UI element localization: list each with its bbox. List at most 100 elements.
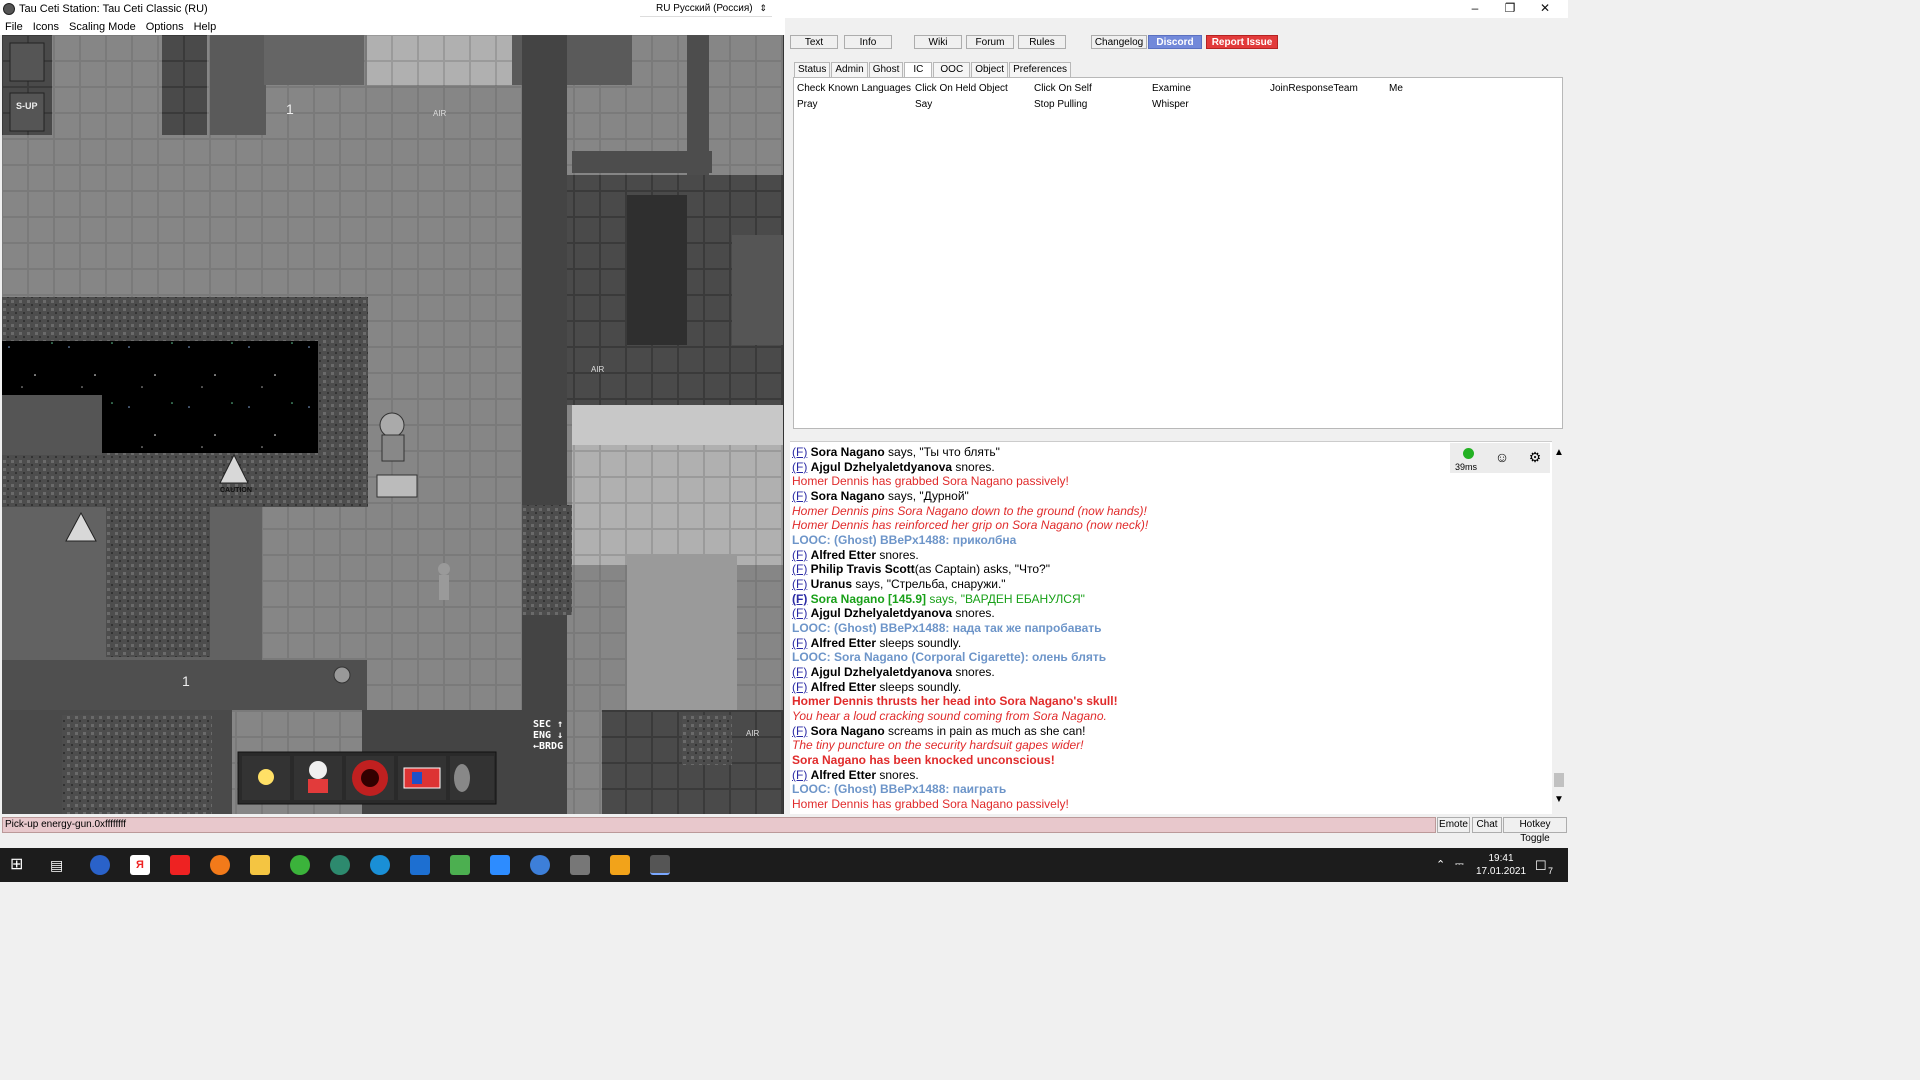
verb-me[interactable]: Me <box>1389 83 1403 94</box>
ping-value: 39ms <box>1455 462 1478 472</box>
chat-line: Homer Dennis pins Sora Nagano down to th… <box>792 504 1147 518</box>
chat-button[interactable]: Chat <box>1472 817 1502 833</box>
follow-link[interactable]: (F) <box>792 665 807 679</box>
menu-icons[interactable]: Icons <box>28 21 64 33</box>
verb-stop-pulling[interactable]: Stop Pulling <box>1034 99 1087 110</box>
hotkey-toggle-button[interactable]: Hotkey Toggle <box>1503 817 1567 844</box>
verb-whisper[interactable]: Whisper <box>1152 99 1189 110</box>
rules-button[interactable]: Rules <box>1018 35 1066 49</box>
command-input[interactable]: Pick-up energy-gun.0xffffffff <box>2 817 1436 833</box>
follow-link[interactable]: (F) <box>792 606 807 620</box>
follow-link[interactable]: (F) <box>792 636 807 650</box>
app-icon-blue[interactable] <box>530 855 550 875</box>
byond-icon[interactable] <box>650 855 670 875</box>
info-button[interactable]: Info <box>844 35 892 49</box>
windows-start-icon[interactable]: ⊞ <box>10 855 30 875</box>
tab-preferences[interactable]: Preferences <box>1009 62 1072 77</box>
changelog-button[interactable]: Changelog <box>1091 35 1147 49</box>
report-issue-button[interactable]: Report Issue <box>1206 35 1278 49</box>
chat-line: LOOC: (Ghost) BBePx1488: нада так же пап… <box>792 621 1102 635</box>
tray-device-icon[interactable]: ⎓ <box>1455 858 1464 871</box>
follow-link[interactable]: (F) <box>792 562 807 576</box>
tab-admin[interactable]: Admin <box>831 62 868 77</box>
notification-icon[interactable]: ☐ <box>1535 858 1547 874</box>
menu-scaling-mode[interactable]: Scaling Mode <box>64 21 141 33</box>
follow-link[interactable]: (F) <box>792 680 807 694</box>
folder-icon[interactable] <box>250 855 270 875</box>
title-bar: Tau Ceti Station: Tau Ceti Classic (RU) <box>0 0 1568 18</box>
follow-link[interactable]: (F) <box>792 768 807 782</box>
tab-ic[interactable]: IC <box>904 62 933 77</box>
forum-button[interactable]: Forum <box>966 35 1014 49</box>
firefox-icon[interactable] <box>210 855 230 875</box>
chat-line: Homer Dennis has grabbed Sora Nagano pas… <box>792 797 1069 811</box>
chat-line: (F) Ajgul Dzhelyaletdyanova snores. <box>792 606 995 620</box>
verb-tabs: Status Admin Ghost IC OOC Object Prefere… <box>794 62 1072 77</box>
tray-chevron-icon[interactable]: ⌃ <box>1436 858 1445 871</box>
clock-time: 19:41 <box>1488 853 1514 864</box>
mail-icon[interactable] <box>410 855 430 875</box>
follow-link[interactable]: (F) <box>792 592 807 606</box>
menu-help[interactable]: Help <box>189 21 222 33</box>
wiki-button[interactable]: Wiki <box>914 35 962 49</box>
chat-line: (F) Sora Nagano screams in pain as much … <box>792 724 1086 738</box>
chat-scrollbar[interactable]: ▲ ▼ <box>1552 443 1566 809</box>
chat-line: (F) Alfred Etter snores. <box>792 768 919 782</box>
yandex-icon[interactable]: Я <box>130 855 150 875</box>
follow-link[interactable]: (F) <box>792 724 807 738</box>
chat-line: LOOC: (Ghost) BBePx1488: приколбна <box>792 533 1017 547</box>
verb-check-known-languages[interactable]: Check Known Languages <box>797 83 911 94</box>
office-icon[interactable] <box>450 855 470 875</box>
verb-pray[interactable]: Pray <box>797 99 818 110</box>
app-icon-teal[interactable] <box>330 855 350 875</box>
steam-icon[interactable] <box>90 855 110 875</box>
gear-icon[interactable]: ⚙ <box>1527 449 1543 465</box>
discord-button[interactable]: Discord <box>1148 35 1202 49</box>
chat-line: (F) Alfred Etter snores. <box>792 548 919 562</box>
game-map <box>2 35 783 814</box>
chat-line: (F) Sora Nagano says, "Ты что блять" <box>792 445 1000 459</box>
follow-link[interactable]: (F) <box>792 489 807 503</box>
media-icon[interactable] <box>170 855 190 875</box>
tab-ghost[interactable]: Ghost <box>868 62 904 77</box>
scroll-thumb[interactable] <box>1554 773 1564 787</box>
tab-object[interactable]: Object <box>971 62 1009 77</box>
verb-click-on-held-object[interactable]: Click On Held Object <box>915 83 1008 94</box>
game-viewport[interactable]: S-UP CAUTION AIR AIR AIR 1 1 SEC ↑ ENG ↓… <box>2 35 784 814</box>
chat-output[interactable]: (F) Sora Nagano says, "Ты что блять" (F)… <box>790 441 1552 814</box>
verb-say[interactable]: Say <box>915 99 932 110</box>
emote-button[interactable]: Emote <box>1437 817 1470 833</box>
scroll-up-icon[interactable]: ▲ <box>1552 447 1566 458</box>
follow-link[interactable]: (F) <box>792 548 807 562</box>
menu-file[interactable]: File <box>0 21 28 33</box>
close-button[interactable]: ✕ <box>1522 0 1568 18</box>
emoji-icon[interactable]: ☺ <box>1494 449 1510 465</box>
clock[interactable]: 19:41 17.01.2021 <box>1476 852 1526 878</box>
air-label-3: AIR <box>746 729 760 738</box>
tab-ooc[interactable]: OOC <box>933 62 971 77</box>
app-icon-orange[interactable] <box>610 855 630 875</box>
task-view-icon[interactable]: ▤ <box>50 855 70 875</box>
chat-line: Sora Nagano has been knocked unconscious… <box>792 753 1055 767</box>
menu-bar: File Icons Scaling Mode Options Help <box>0 18 785 35</box>
sec-direction: SEC ↑ <box>533 719 564 730</box>
language-select[interactable]: RU Русский (Россия) ⇕ <box>640 1 772 17</box>
app-icon-green[interactable] <box>290 855 310 875</box>
edge-icon[interactable] <box>370 855 390 875</box>
verb-click-on-self[interactable]: Click On Self <box>1034 83 1092 94</box>
follow-link[interactable]: (F) <box>792 577 807 591</box>
follow-link[interactable]: (F) <box>792 460 807 474</box>
text-button[interactable]: Text <box>790 35 838 49</box>
chat-line: (F) Philip Travis Scott(as Captain) asks… <box>792 562 1050 576</box>
scroll-down-icon[interactable]: ▼ <box>1552 794 1566 805</box>
chat-line: LOOC: Sora Nagano (Corporal Cigarette): … <box>792 650 1107 664</box>
zoom-icon[interactable] <box>490 855 510 875</box>
game-launcher-icon[interactable] <box>570 855 590 875</box>
verb-join-response-team[interactable]: JoinResponseTeam <box>1270 83 1358 94</box>
menu-options[interactable]: Options <box>141 21 189 33</box>
window-title: Tau Ceti Station: Tau Ceti Classic (RU) <box>19 3 208 15</box>
chat-line: Homer Dennis thrusts her head into Sora … <box>792 694 1118 708</box>
verb-examine[interactable]: Examine <box>1152 83 1191 94</box>
tab-status[interactable]: Status <box>794 62 831 77</box>
follow-link[interactable]: (F) <box>792 445 807 459</box>
